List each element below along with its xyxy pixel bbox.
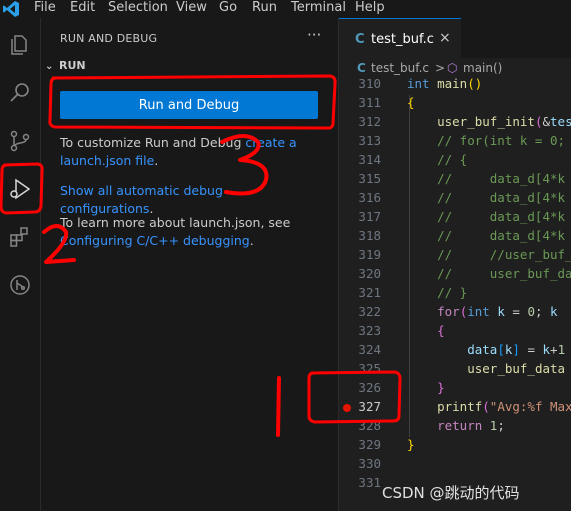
learn-more-paragraph: To learn more about launch.json, see Con…: [60, 214, 310, 250]
line-number: 319: [358, 247, 381, 262]
close-icon[interactable]: ×: [439, 30, 451, 46]
menu-selection[interactable]: Selection: [108, 0, 168, 18]
activity-extensions[interactable]: [0, 217, 40, 257]
code-line: user_buf_data: [467, 361, 566, 376]
create-link[interactable]: create a: [245, 135, 296, 150]
line-number: 316: [358, 190, 381, 205]
learn-more-text: To learn more about launch.json, see: [60, 215, 291, 230]
code-line: // data_d[4*k: [407, 171, 566, 186]
menu-edit[interactable]: Edit: [70, 0, 95, 18]
remote-explorer-icon: [10, 275, 30, 295]
c-file-icon: C: [357, 61, 366, 75]
line-number: 322: [358, 304, 381, 319]
c-file-icon: C: [355, 32, 365, 47]
run-and-debug-button[interactable]: Run and Debug: [60, 91, 318, 119]
code-line: // data_d[4*k: [407, 190, 566, 205]
tab-bar: C test_buf.c ×: [339, 18, 571, 59]
activity-run-debug[interactable]: [0, 169, 40, 209]
run-debug-icon: [10, 178, 31, 200]
line-number: 317: [358, 209, 381, 224]
menu-run[interactable]: Run: [252, 0, 277, 18]
code-line: {: [407, 95, 415, 110]
activity-bar: [0, 18, 41, 511]
watermark: CSDN @跳动的代码: [382, 484, 520, 502]
menu-file[interactable]: File: [34, 0, 56, 18]
code-line: user_buf_init(&tes: [437, 114, 571, 129]
code-line: data[k] = k+1: [467, 342, 566, 357]
breadcrumb-file[interactable]: test_buf.c: [371, 61, 429, 75]
line-number: 311: [358, 95, 381, 110]
customize-end: .: [154, 153, 159, 168]
extensions-icon: [10, 227, 28, 247]
configuring-cpp-debugging-link[interactable]: Configuring C/C++ debugging: [60, 233, 250, 248]
line-number: 324: [358, 342, 381, 357]
activity-explorer[interactable]: [0, 25, 40, 65]
sidebar-title: RUN AND DEBUG: [60, 32, 158, 45]
code-line: // for(int k = 0;: [407, 133, 566, 148]
code-line: // //user_buf_: [407, 247, 571, 262]
customize-paragraph: To customize Run and Debug create a laun…: [60, 134, 310, 170]
code-line: return 1;: [437, 418, 505, 433]
explorer-icon: [11, 35, 27, 55]
line-number: 326: [358, 380, 381, 395]
breakpoint-icon[interactable]: [343, 404, 351, 412]
tab-label: test_buf.c: [371, 32, 434, 47]
launch-json-link[interactable]: launch.json file: [60, 153, 154, 168]
tab-test-buf-c[interactable]: C test_buf.c ×: [339, 18, 461, 59]
breadcrumb-symbol[interactable]: main(): [463, 61, 502, 75]
learn-more-end: .: [249, 233, 254, 248]
line-number: 329: [358, 437, 381, 452]
show-all-configurations-link[interactable]: Show all automatic debug configurations: [60, 183, 223, 216]
code-line: {: [437, 323, 445, 338]
activity-remote-explorer[interactable]: [0, 265, 40, 305]
run-section-header[interactable]: ⌄ RUN: [45, 59, 86, 72]
symbol-method-icon: ⬡: [447, 61, 458, 75]
code-line: // }: [407, 285, 468, 300]
line-number: 318: [358, 228, 381, 243]
line-number: 328: [358, 418, 381, 433]
code-line: // {: [407, 152, 468, 167]
code-line: for(int k = 0; k: [437, 304, 558, 319]
show-all-paragraph: Show all automatic debug configurations.: [60, 182, 310, 218]
line-number: 321: [358, 285, 381, 300]
line-number: 320: [358, 266, 381, 281]
breadcrumb-separator: >: [435, 61, 446, 75]
line-number: 312: [358, 114, 381, 129]
menu-help[interactable]: Help: [355, 0, 385, 18]
line-number: 314: [358, 152, 381, 167]
line-number: 315: [358, 171, 381, 186]
code-line: printf("Avg:%f Max: [437, 399, 571, 414]
line-number: 325: [358, 361, 381, 376]
menu-bar: File Edit Selection View Go Run Terminal…: [0, 0, 571, 18]
activity-source-control[interactable]: [0, 121, 40, 161]
line-number: 313: [358, 133, 381, 148]
activity-search[interactable]: [0, 73, 40, 113]
line-number: 323: [358, 323, 381, 338]
run-debug-sidebar: RUN AND DEBUG ··· ⌄ RUN Run and Debug To …: [41, 18, 339, 511]
more-actions-icon[interactable]: ···: [307, 26, 321, 44]
menu-terminal[interactable]: Terminal: [291, 0, 346, 18]
code-line: }: [437, 380, 445, 395]
chevron-down-icon: ⌄: [45, 61, 54, 72]
customize-text: To customize Run and Debug: [60, 135, 246, 150]
line-number: 330: [358, 456, 381, 471]
code-line: int main(): [407, 76, 483, 91]
editor-area: C test_buf.c × C test_buf.c > ⬡ main() 3…: [339, 18, 571, 511]
menu-go[interactable]: Go: [219, 0, 237, 18]
vscode-logo-icon: [3, 1, 19, 17]
code-line: // data_d[4*k: [407, 228, 566, 243]
code-line: // data_d[4*k: [407, 209, 566, 224]
code-line: // user_buf_da: [407, 266, 571, 281]
run-section-label: RUN: [59, 59, 86, 72]
line-number: 331: [358, 475, 381, 490]
code-line: }: [407, 437, 415, 452]
source-control-icon: [10, 130, 30, 152]
search-icon: [10, 83, 29, 102]
line-number: 310: [358, 76, 381, 91]
menu-view[interactable]: View: [176, 0, 207, 18]
